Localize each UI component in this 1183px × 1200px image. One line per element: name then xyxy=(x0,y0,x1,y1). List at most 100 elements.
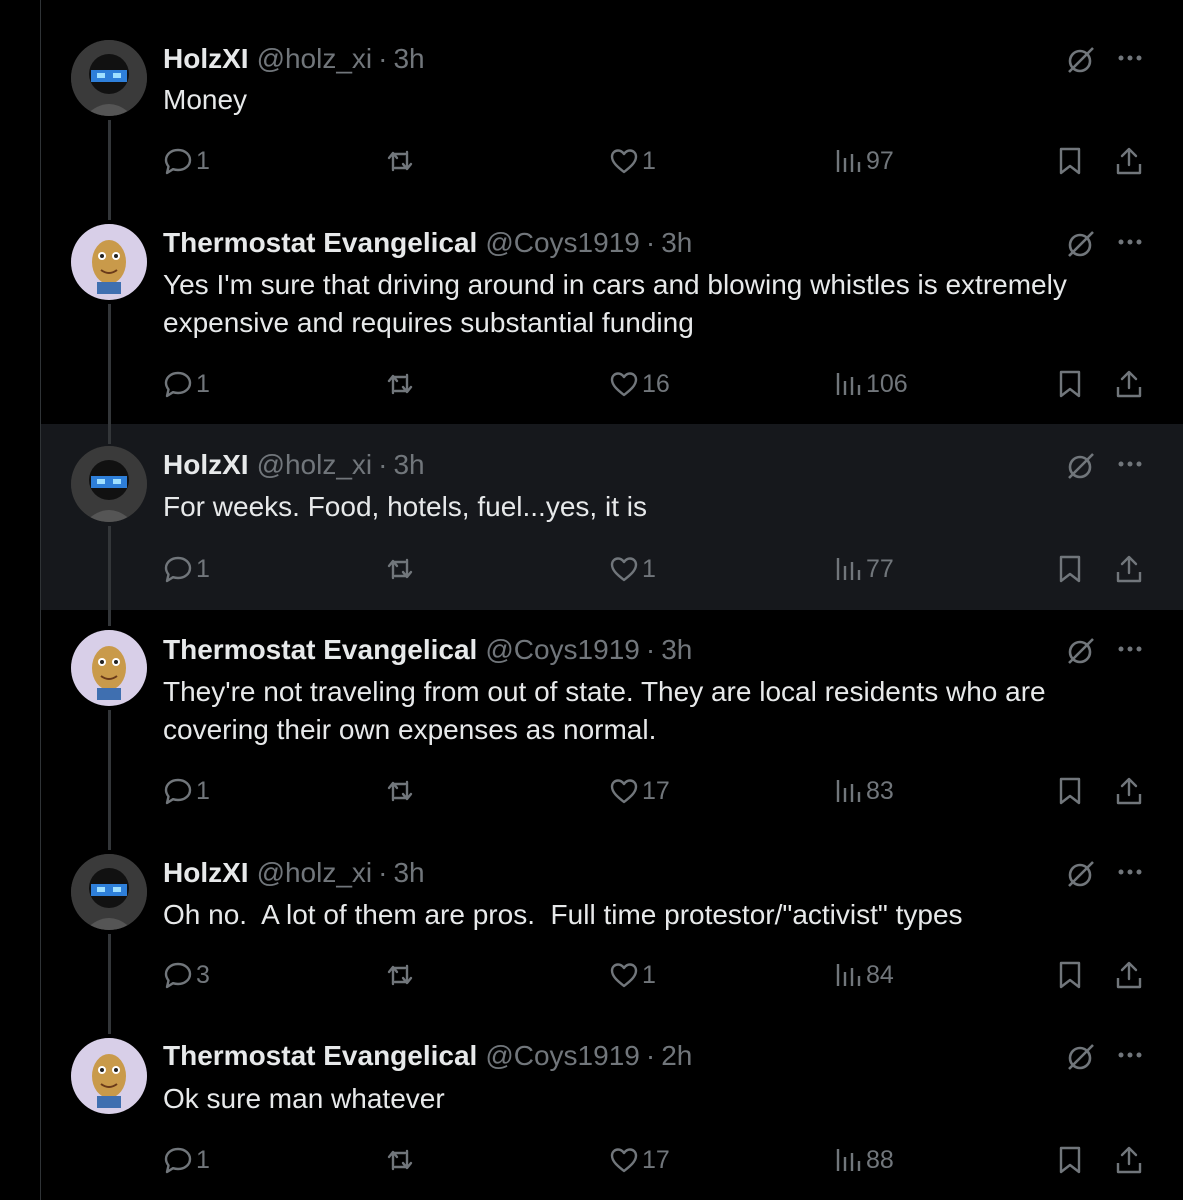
tweet-actions: 1 17 88 xyxy=(41,1142,1183,1178)
views-icon xyxy=(836,964,861,986)
thread-connector xyxy=(108,304,111,424)
user-handle[interactable]: @Coys1919 xyxy=(485,1040,640,1072)
share-icon xyxy=(1116,777,1142,805)
share-button[interactable] xyxy=(1114,1142,1144,1178)
separator: · xyxy=(645,1040,656,1071)
bookmark-button[interactable] xyxy=(1055,551,1085,587)
more-icon[interactable] xyxy=(1112,1039,1148,1071)
bookmark-icon xyxy=(1059,370,1081,398)
more-icon[interactable] xyxy=(1112,448,1148,480)
bookmark-button[interactable] xyxy=(1055,957,1085,993)
display-name[interactable]: Thermostat Evangelical xyxy=(163,634,477,666)
retweet-button[interactable] xyxy=(385,366,415,402)
retweet-button[interactable] xyxy=(385,551,415,587)
tweet[interactable]: Thermostat Evangelical @Coys1919 · 2h Ok… xyxy=(41,1016,1183,1200)
like-button[interactable]: 17 xyxy=(609,773,670,809)
display-name[interactable]: HolzXI xyxy=(163,43,249,75)
bookmark-button[interactable] xyxy=(1055,366,1085,402)
grok-icon[interactable] xyxy=(1064,635,1096,667)
display-name[interactable]: Thermostat Evangelical xyxy=(163,227,477,259)
more-icon[interactable] xyxy=(1112,226,1148,258)
tweet[interactable]: HolzXI @holz_xi · 3h For weeks. Food, ho… xyxy=(41,424,1183,610)
timestamp[interactable]: 2h xyxy=(661,1040,692,1072)
tweet[interactable]: Thermostat Evangelical @Coys1919 · 3h Ye… xyxy=(41,200,1183,424)
reply-button[interactable]: 1 xyxy=(163,1142,210,1178)
grok-icon[interactable] xyxy=(1064,228,1096,260)
avatar-thermostat-evangelical[interactable] xyxy=(71,1038,147,1114)
views-button[interactable]: 97 xyxy=(833,143,894,179)
reply-button[interactable]: 1 xyxy=(163,773,210,809)
more-icon[interactable] xyxy=(1112,42,1148,74)
thread-connector xyxy=(108,610,111,626)
user-handle[interactable]: @Coys1919 xyxy=(485,634,640,666)
retweet-icon xyxy=(387,1149,413,1171)
timestamp[interactable]: 3h xyxy=(393,43,424,75)
bookmark-button[interactable] xyxy=(1055,143,1085,179)
views-button[interactable]: 83 xyxy=(833,773,894,809)
like-button[interactable]: 17 xyxy=(609,1142,670,1178)
tweet[interactable]: HolzXI @holz_xi · 3h Oh no. A lot of the… xyxy=(41,830,1183,1016)
display-name[interactable]: HolzXI xyxy=(163,857,249,889)
tweet[interactable]: HolzXI @holz_xi · 3h Money 1 1 97 xyxy=(41,0,1183,200)
grok-icon[interactable] xyxy=(1064,858,1096,890)
grok-icon[interactable] xyxy=(1064,450,1096,482)
share-button[interactable] xyxy=(1114,143,1144,179)
tweet-actions: 1 16 106 xyxy=(41,366,1183,402)
views-icon xyxy=(836,558,861,580)
reply-button[interactable]: 1 xyxy=(163,551,210,587)
share-button[interactable] xyxy=(1114,551,1144,587)
reply-icon xyxy=(164,371,192,398)
timestamp[interactable]: 3h xyxy=(661,227,692,259)
user-handle[interactable]: @holz_xi xyxy=(257,43,373,75)
tweet[interactable]: Thermostat Evangelical @Coys1919 · 3h Th… xyxy=(41,610,1183,830)
share-button[interactable] xyxy=(1114,366,1144,402)
tweet-text: Oh no. A lot of them are pros. Full time… xyxy=(163,899,963,930)
user-handle[interactable]: @holz_xi xyxy=(257,857,373,889)
timestamp[interactable]: 3h xyxy=(393,857,424,889)
views-button[interactable]: 77 xyxy=(833,551,894,587)
display-name[interactable]: HolzXI xyxy=(163,449,249,481)
share-icon xyxy=(1116,370,1142,398)
grok-icon[interactable] xyxy=(1064,44,1096,76)
reply-count: 1 xyxy=(196,146,210,175)
views-button[interactable]: 84 xyxy=(833,957,894,993)
avatar-thermostat-evangelical[interactable] xyxy=(71,224,147,300)
share-button[interactable] xyxy=(1114,957,1144,993)
like-button[interactable]: 1 xyxy=(609,957,656,993)
avatar-thermostat-evangelical[interactable] xyxy=(71,630,147,706)
bookmark-button[interactable] xyxy=(1055,1142,1085,1178)
views-button[interactable]: 88 xyxy=(833,1142,894,1178)
user-handle[interactable]: @holz_xi xyxy=(257,449,373,481)
timestamp[interactable]: 3h xyxy=(661,634,692,666)
like-button[interactable]: 1 xyxy=(609,551,656,587)
retweet-button[interactable] xyxy=(385,1142,415,1178)
bookmark-button[interactable] xyxy=(1055,773,1085,809)
user-handle[interactable]: @Coys1919 xyxy=(485,227,640,259)
more-icon[interactable] xyxy=(1112,633,1148,665)
grok-icon[interactable] xyxy=(1064,1041,1096,1073)
tweet-header: HolzXI @holz_xi · 3h xyxy=(163,856,425,890)
retweet-button[interactable] xyxy=(385,773,415,809)
avatar-holzxi[interactable] xyxy=(71,854,147,930)
avatar-holzxi[interactable] xyxy=(71,446,147,522)
avatar-holzxi[interactable] xyxy=(71,40,147,116)
share-button[interactable] xyxy=(1114,773,1144,809)
display-name[interactable]: Thermostat Evangelical xyxy=(163,1040,477,1072)
tweet-header: Thermostat Evangelical @Coys1919 · 3h xyxy=(163,226,692,260)
share-icon xyxy=(1116,961,1142,989)
reply-button[interactable]: 3 xyxy=(163,957,210,993)
reply-icon xyxy=(164,556,192,583)
tweet-header: HolzXI @holz_xi · 3h xyxy=(163,448,425,482)
reply-button[interactable]: 1 xyxy=(163,366,210,402)
retweet-button[interactable] xyxy=(385,143,415,179)
retweet-icon xyxy=(387,780,413,802)
timestamp[interactable]: 3h xyxy=(393,449,424,481)
more-icon[interactable] xyxy=(1112,856,1148,888)
avatar-image xyxy=(71,224,147,300)
retweet-button[interactable] xyxy=(385,957,415,993)
like-button[interactable]: 16 xyxy=(609,366,670,402)
tweet-actions: 1 1 97 xyxy=(41,143,1183,179)
views-button[interactable]: 106 xyxy=(833,366,908,402)
reply-button[interactable]: 1 xyxy=(163,143,210,179)
like-button[interactable]: 1 xyxy=(609,143,656,179)
